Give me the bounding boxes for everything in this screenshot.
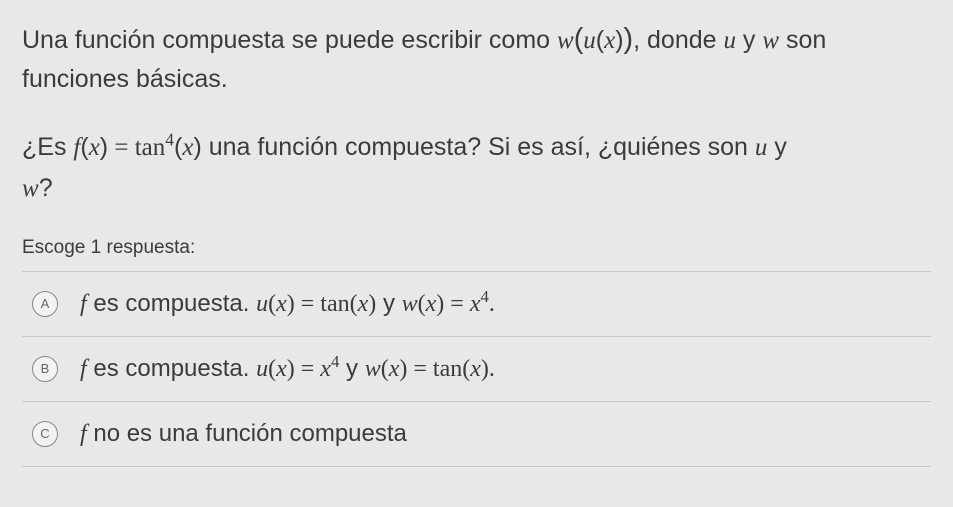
q-part1: ¿Es (22, 133, 73, 161)
b-x4: x (470, 356, 481, 382)
b-x3: x (389, 356, 400, 382)
option-a[interactable]: A f es compuesta. u(x) = tan(x) y w(x) =… (22, 272, 931, 337)
paren-open: ( (596, 26, 604, 54)
a-and: y (376, 290, 401, 317)
a-x1: x (276, 291, 287, 317)
b-po1: ( (268, 356, 276, 382)
intro-w2: w (762, 27, 779, 54)
b-dot: . (489, 356, 495, 382)
a-tan: tan (320, 291, 349, 317)
b-x2: x (320, 356, 331, 382)
b-pc1: ) (287, 356, 295, 382)
radio-c[interactable]: C (32, 421, 58, 447)
a-x4: x (470, 291, 481, 317)
q-tan: tan (135, 134, 166, 161)
c-f: f (80, 421, 87, 447)
radio-a[interactable]: A (32, 291, 58, 317)
b-eq1: = (295, 356, 321, 382)
a-u: u (256, 291, 268, 317)
a-x3: x (426, 291, 437, 317)
a-eq1: = (295, 291, 321, 317)
option-b[interactable]: B f es compuesta. u(x) = x4 y w(x) = tan… (22, 337, 931, 402)
q-x: x (89, 134, 100, 161)
b-w: w (365, 356, 381, 382)
a-dot: . (489, 291, 495, 317)
b-text1: es compuesta. (87, 355, 256, 382)
a-x2: x (358, 291, 369, 317)
option-a-text: f es compuesta. u(x) = tan(x) y w(x) = x… (80, 290, 495, 318)
b-and: y (339, 355, 364, 382)
a-po1: ( (268, 291, 276, 317)
q-paren-close2: ) (193, 133, 201, 161)
options-list: A f es compuesta. u(x) = tan(x) y w(x) =… (22, 271, 931, 467)
intro-u: u (583, 27, 596, 54)
intro-w: w (557, 27, 574, 54)
q-exp4: 4 (165, 129, 174, 149)
intro-part1: Una función compuesta se puede escribir … (22, 26, 557, 54)
paren-open-big: ( (574, 23, 584, 55)
q-x2: x (182, 134, 193, 161)
q-paren-close: ) (100, 133, 108, 161)
radio-b[interactable]: B (32, 356, 58, 382)
q-u: u (755, 134, 768, 161)
intro-x: x (604, 27, 615, 54)
b-f: f (80, 356, 87, 382)
option-c-text: f no es una función compuesta (80, 420, 407, 448)
intro-and: y (736, 26, 762, 54)
b-eq2: = (407, 356, 433, 382)
a-f: f (80, 291, 87, 317)
intro-part2: , donde (633, 26, 723, 54)
b-u: u (256, 356, 268, 382)
c-text1: no es una función compuesta (87, 420, 407, 447)
question-text: ¿Es f(x) = tan4(x) una función compuesta… (22, 127, 931, 209)
intro-u2: u (723, 27, 736, 54)
q-part2: una función compuesta? Si es así, ¿quién… (202, 133, 755, 161)
a-text1: es compuesta. (87, 290, 256, 317)
q-paren-open: ( (80, 133, 88, 161)
q-part3: ? (39, 174, 53, 202)
a-po2: ( (350, 291, 358, 317)
b-tan: tan (433, 356, 462, 382)
b-x1: x (276, 356, 287, 382)
a-exp: 4 (481, 287, 489, 306)
paren-close-big: ) (624, 23, 634, 55)
a-w: w (402, 291, 418, 317)
q-w: w (22, 175, 39, 202)
option-c[interactable]: C f no es una función compuesta (22, 402, 931, 467)
b-pc3: ) (481, 356, 489, 382)
b-po2: ( (381, 356, 389, 382)
paren-close: ) (615, 26, 623, 54)
intro-text: Una función compuesta se puede escribir … (22, 18, 931, 99)
option-b-text: f es compuesta. u(x) = x4 y w(x) = tan(x… (80, 355, 495, 383)
q-and: y (767, 133, 786, 161)
a-pc1: ) (287, 291, 295, 317)
q-eq: = (108, 134, 135, 161)
choose-prompt: Escoge 1 respuesta: (22, 237, 931, 259)
a-po3: ( (418, 291, 426, 317)
a-eq2: = (444, 291, 470, 317)
